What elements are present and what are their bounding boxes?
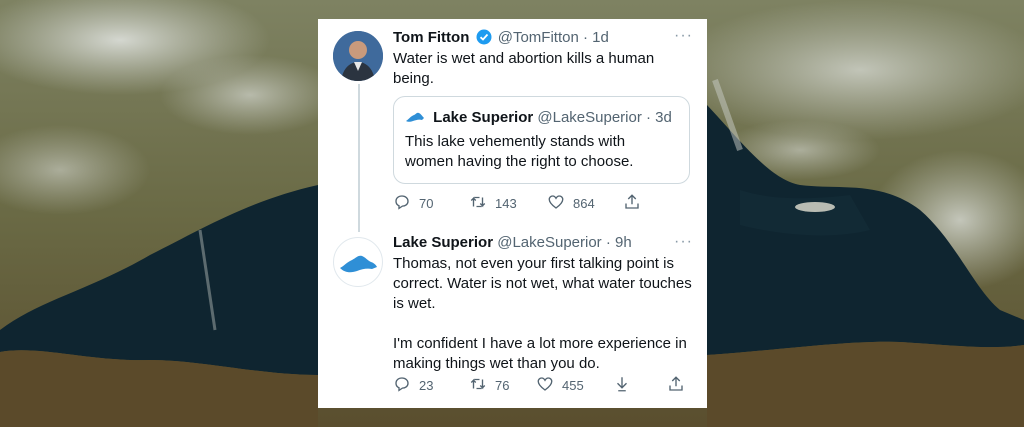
verified-badge-icon xyxy=(476,29,492,49)
download-button[interactable] xyxy=(613,375,631,396)
avatar[interactable] xyxy=(333,31,383,81)
share-icon xyxy=(623,193,641,214)
author-handle[interactable]: @LakeSuperior xyxy=(497,234,601,251)
reply-button[interactable]: 23 xyxy=(393,375,433,396)
author-handle[interactable]: @TomFitton xyxy=(498,29,579,46)
quoted-author-name[interactable]: Lake Superior xyxy=(433,109,533,126)
share-button[interactable] xyxy=(667,375,685,396)
tweet-time[interactable]: · 9h xyxy=(606,234,632,251)
tweet-header: Lake Superior @LakeSuperior · 9h xyxy=(393,234,632,251)
retweet-button[interactable]: 76 xyxy=(469,375,509,396)
retweet-icon xyxy=(469,375,487,396)
more-options-icon[interactable]: ··· xyxy=(674,27,693,45)
thread-connector-line xyxy=(358,84,360,232)
tweet-header: Tom Fitton @TomFitton · 1d xyxy=(393,29,609,49)
author-name[interactable]: Lake Superior xyxy=(393,234,493,251)
share-icon xyxy=(667,375,685,396)
reply-button[interactable]: 70 xyxy=(393,193,433,214)
retweet-count: 76 xyxy=(495,378,510,393)
heart-icon xyxy=(536,375,554,396)
avatar[interactable] xyxy=(333,237,383,287)
author-name[interactable]: Tom Fitton xyxy=(393,29,469,46)
like-button[interactable]: 455 xyxy=(536,375,584,396)
tweet-text: Thomas, not even your first talking poin… xyxy=(393,255,692,372)
lake-logo-icon xyxy=(405,110,425,128)
quoted-tweet-header: Lake Superior @LakeSuperior · 3d xyxy=(405,109,672,128)
quoted-author-handle[interactable]: @LakeSuperior xyxy=(537,109,641,126)
retweet-icon xyxy=(469,193,487,214)
reply-icon xyxy=(393,193,411,214)
reply-icon xyxy=(393,375,411,396)
tweet-actions: 70 143 864 xyxy=(393,193,693,213)
tweet-actions: 23 76 455 xyxy=(393,375,693,395)
like-count: 864 xyxy=(573,196,595,211)
quoted-tweet-text: This lake vehemently stands with women h… xyxy=(405,133,634,170)
quoted-tweet-time[interactable]: · 3d xyxy=(646,109,672,126)
tweet-time[interactable]: · 1d xyxy=(583,29,609,46)
like-button[interactable]: 864 xyxy=(547,193,595,214)
more-options-icon[interactable]: ··· xyxy=(674,233,693,251)
retweet-count: 143 xyxy=(495,196,517,211)
like-count: 455 xyxy=(562,378,584,393)
reply-count: 70 xyxy=(419,196,434,211)
share-button[interactable] xyxy=(623,193,641,214)
tweet-text: Water is wet and abortion kills a human … xyxy=(393,50,655,87)
download-icon xyxy=(613,375,631,396)
heart-icon xyxy=(547,193,565,214)
retweet-button[interactable]: 143 xyxy=(469,193,517,214)
reply-count: 23 xyxy=(419,378,434,393)
